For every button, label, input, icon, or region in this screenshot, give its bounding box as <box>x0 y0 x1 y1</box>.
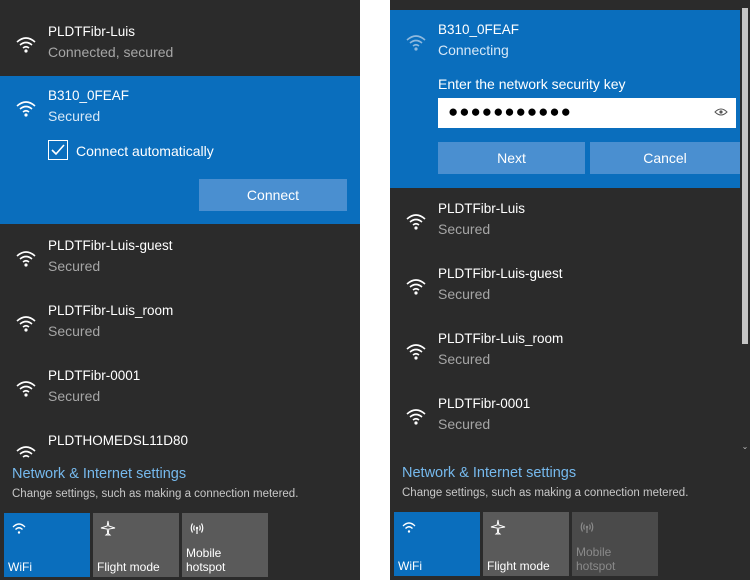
network-name: PLDTFibr-Luis-guest <box>48 238 173 253</box>
network-status: Secured <box>48 108 101 124</box>
network-settings-description: Change settings, such as making a connec… <box>12 488 299 500</box>
wifi-secured-icon <box>14 376 38 400</box>
network-status: Connecting <box>438 42 509 58</box>
tile-label: Flight mode <box>97 560 160 574</box>
flyout-footer: Network & Internet settings Change setti… <box>0 458 360 580</box>
network-name: PLDTFibr-Luis-guest <box>438 266 563 281</box>
wifi-icon <box>11 520 27 536</box>
wifi-secured-icon <box>14 96 38 120</box>
network-name: B310_0FEAF <box>438 22 520 37</box>
checkmark-icon <box>51 144 65 156</box>
network-name: PLDTFibr-Luis <box>438 201 526 216</box>
network-status: Secured <box>48 323 101 339</box>
network-status: Connected, secured <box>48 44 174 60</box>
mobile-hotspot-tile: Mobile hotspot <box>572 512 658 576</box>
connect-automatically-label: Connect automatically <box>76 143 214 159</box>
wifi-flyout-left: PLDTFibr-Luis Connected, secured B310_0F… <box>0 0 360 580</box>
wifi-signal-icon <box>14 32 38 56</box>
flyout-footer: Network & Internet settings Change setti… <box>390 457 750 580</box>
wifi-toggle-tile[interactable]: WiFi <box>394 512 480 576</box>
network-name: PLDTFibr-Luis_room <box>438 331 564 346</box>
wifi-icon <box>401 519 417 535</box>
connect-button[interactable]: Connect <box>199 179 347 211</box>
wifi-flyout-right: B310_0FEAF Connecting Enter the network … <box>390 0 750 580</box>
scrollbar-thumb[interactable] <box>742 8 748 344</box>
hotspot-icon <box>189 520 205 536</box>
wifi-secured-icon <box>14 311 38 335</box>
scrollbar[interactable]: ⌄ <box>740 0 750 452</box>
tile-label: WiFi <box>398 559 422 573</box>
network-status: Secured <box>438 416 491 432</box>
network-status: Secured <box>438 221 491 237</box>
reveal-password-icon[interactable] <box>714 107 728 117</box>
airplane-icon <box>100 520 116 536</box>
network-name: PLDTFibr-Luis <box>48 24 136 39</box>
wifi-secured-icon <box>404 339 428 363</box>
network-settings-link[interactable]: Network & Internet settings <box>12 465 186 483</box>
network-status: Secured <box>438 286 491 302</box>
network-name: PLDTFibr-Luis_room <box>48 303 174 318</box>
wifi-secured-icon <box>404 404 428 428</box>
tile-label: Mobile hotspot <box>576 545 616 573</box>
wifi-secured-icon <box>404 209 428 233</box>
flight-mode-tile[interactable]: Flight mode <box>483 512 569 576</box>
security-key-label: Enter the network security key <box>438 76 626 92</box>
wifi-toggle-tile[interactable]: WiFi <box>4 513 90 577</box>
network-settings-link[interactable]: Network & Internet settings <box>402 464 576 482</box>
network-name: PLDTFibr-0001 <box>438 396 531 411</box>
wifi-secured-icon <box>404 30 428 54</box>
flight-mode-tile[interactable]: Flight mode <box>93 513 179 577</box>
connect-automatically-checkbox[interactable] <box>48 140 68 160</box>
password-mask: ●●●●●●●●●●● <box>448 102 572 121</box>
wifi-secured-icon <box>14 246 38 270</box>
airplane-icon <box>490 519 506 535</box>
network-status: Secured <box>48 258 101 274</box>
next-button[interactable]: Next <box>438 142 585 174</box>
mobile-hotspot-tile[interactable]: Mobile hotspot <box>182 513 268 577</box>
network-name: PLDTHOMEDSL11D80 <box>48 433 189 448</box>
security-key-input[interactable]: ●●●●●●●●●●● <box>438 98 736 128</box>
cancel-button[interactable]: Cancel <box>590 142 740 174</box>
tile-label: Flight mode <box>487 559 550 573</box>
wifi-secured-icon <box>404 274 428 298</box>
network-settings-description: Change settings, such as making a connec… <box>402 487 689 499</box>
network-item-connecting[interactable]: B310_0FEAF Connecting Enter the network … <box>390 10 740 188</box>
network-name: B310_0FEAF <box>48 88 130 103</box>
network-name: PLDTFibr-0001 <box>48 368 141 383</box>
network-status: Secured <box>48 388 101 404</box>
tile-label: Mobile hotspot <box>186 546 226 574</box>
hotspot-icon <box>579 519 595 535</box>
scroll-down-arrow-icon[interactable]: ⌄ <box>740 442 750 452</box>
network-status: Secured <box>438 351 491 367</box>
tile-label: WiFi <box>8 560 32 574</box>
network-item-selected[interactable]: B310_0FEAF Secured Connect automatically… <box>0 76 360 224</box>
